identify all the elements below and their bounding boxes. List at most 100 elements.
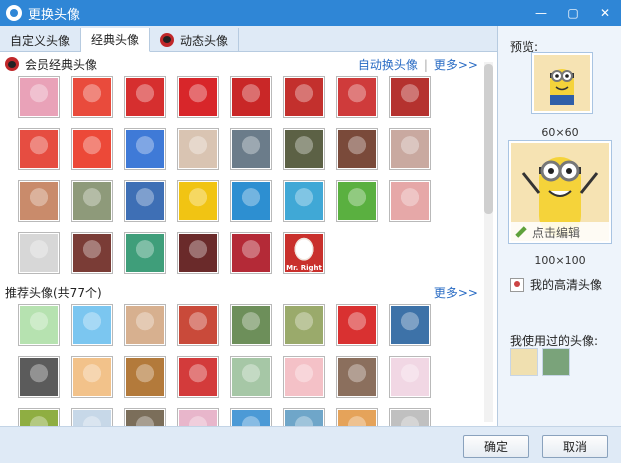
avatar-thumbnail[interactable] <box>230 304 272 346</box>
member-avatar-grid: Mr. Right <box>18 76 431 274</box>
avatar-thumbnail[interactable] <box>71 128 113 170</box>
avatar-thumbnail[interactable] <box>177 76 219 118</box>
avatar-image <box>391 358 429 396</box>
avatar-thumbnail[interactable] <box>18 356 60 398</box>
auto-change-avatar-link[interactable]: 自动换头像 <box>358 56 418 73</box>
avatar-thumbnail[interactable] <box>71 304 113 346</box>
avatar-thumbnail[interactable] <box>124 180 166 222</box>
maximize-icon[interactable]: ▢ <box>557 0 589 26</box>
avatar-thumbnail[interactable] <box>283 356 325 398</box>
avatar-thumbnail[interactable] <box>18 128 60 170</box>
avatar-thumbnail[interactable] <box>389 76 431 118</box>
avatar-thumbnail[interactable] <box>389 180 431 222</box>
avatar-thumbnail[interactable] <box>177 408 219 426</box>
avatar-thumbnail[interactable] <box>18 304 60 346</box>
avatar-image: Mr. Right <box>285 234 323 272</box>
avatar-thumbnail[interactable] <box>18 232 60 274</box>
avatar-thumbnail[interactable] <box>283 128 325 170</box>
avatar-thumbnail[interactable] <box>71 76 113 118</box>
avatar-thumbnail[interactable] <box>71 180 113 222</box>
avatar-image <box>232 78 270 116</box>
avatar-thumbnail[interactable] <box>124 128 166 170</box>
avatar-thumbnail[interactable]: Mr. Right <box>283 232 325 274</box>
avatar-thumbnail[interactable] <box>71 356 113 398</box>
avatar-image <box>73 306 111 344</box>
avatar-image <box>232 410 270 426</box>
avatar-image <box>391 182 429 220</box>
avatar-thumbnail[interactable] <box>230 232 272 274</box>
window-controls: — ▢ ✕ <box>525 0 621 26</box>
avatar-thumbnail[interactable] <box>283 408 325 426</box>
avatar-thumbnail[interactable] <box>230 356 272 398</box>
avatar-thumbnail[interactable] <box>389 128 431 170</box>
avatar-image <box>20 306 58 344</box>
avatar-thumbnail[interactable] <box>18 408 60 426</box>
avatar-thumbnail[interactable] <box>230 180 272 222</box>
avatar-image <box>338 182 376 220</box>
avatar-thumbnail[interactable] <box>124 408 166 426</box>
hd-avatar-icon <box>510 277 524 292</box>
member-more-link[interactable]: 更多>> <box>434 56 478 73</box>
avatar-image <box>232 182 270 220</box>
avatar-thumbnail[interactable] <box>230 76 272 118</box>
avatar-thumbnail[interactable] <box>124 76 166 118</box>
avatar-image <box>179 182 217 220</box>
avatar-thumbnail[interactable] <box>71 408 113 426</box>
used-avatar[interactable] <box>510 348 538 376</box>
avatar-thumbnail[interactable] <box>18 180 60 222</box>
preview-60-image <box>531 52 593 114</box>
avatar-image <box>126 182 164 220</box>
recommend-more-link[interactable]: 更多>> <box>434 284 478 301</box>
edit-avatar-button[interactable]: 点击编辑 <box>510 222 610 242</box>
avatar-thumbnail[interactable] <box>177 232 219 274</box>
avatar-image <box>285 358 323 396</box>
avatar-thumbnail[interactable] <box>124 356 166 398</box>
tab-classic-avatar[interactable]: 经典头像 <box>81 28 151 52</box>
avatar-thumbnail[interactable] <box>336 180 378 222</box>
avatar-image <box>338 130 376 168</box>
avatar-thumbnail[interactable] <box>177 304 219 346</box>
avatar-thumbnail[interactable] <box>336 408 378 426</box>
minion-avatar-icon <box>534 55 590 111</box>
preview-100-caption: 100×100 <box>534 254 586 267</box>
avatar-image <box>126 306 164 344</box>
avatar-thumbnail[interactable] <box>336 304 378 346</box>
hd-avatar-link[interactable]: 我的高清头像 <box>510 276 602 293</box>
avatar-image <box>285 306 323 344</box>
avatar-thumbnail[interactable] <box>124 304 166 346</box>
cancel-button[interactable]: 取消 <box>542 435 608 458</box>
recommend-section-header: 推荐头像(共77个) 更多>> <box>0 282 482 302</box>
avatar-thumbnail[interactable] <box>336 356 378 398</box>
avatar-thumbnail[interactable] <box>18 76 60 118</box>
avatar-thumbnail[interactable] <box>389 356 431 398</box>
scrollbar-thumb[interactable] <box>484 64 493 214</box>
close-icon[interactable]: ✕ <box>589 0 621 26</box>
used-avatar[interactable] <box>542 348 570 376</box>
avatar-thumbnail[interactable] <box>124 232 166 274</box>
avatar-thumbnail[interactable] <box>71 232 113 274</box>
avatar-thumbnail[interactable] <box>177 180 219 222</box>
avatar-thumbnail[interactable] <box>336 76 378 118</box>
avatar-thumbnail[interactable] <box>230 128 272 170</box>
avatar-thumbnail[interactable] <box>336 128 378 170</box>
member-section-actions: 自动换头像 | 更多>> <box>358 56 478 73</box>
avatar-thumbnail[interactable] <box>283 304 325 346</box>
separator: | <box>423 57 428 72</box>
avatar-image <box>179 358 217 396</box>
avatar-image <box>20 358 58 396</box>
avatar-image <box>73 78 111 116</box>
avatar-thumbnail[interactable] <box>283 180 325 222</box>
avatar-image <box>126 130 164 168</box>
tab-custom-avatar[interactable]: 自定义头像 <box>0 28 82 52</box>
avatar-thumbnail[interactable] <box>177 128 219 170</box>
tab-dynamic-avatar[interactable]: 动态头像 <box>150 28 240 52</box>
avatar-image <box>338 410 376 426</box>
avatar-thumbnail[interactable] <box>177 356 219 398</box>
avatar-thumbnail[interactable] <box>230 408 272 426</box>
minimize-icon[interactable]: — <box>525 0 557 26</box>
member-section-header: 会员经典头像 自动换头像 | 更多>> <box>0 54 482 74</box>
confirm-button[interactable]: 确定 <box>463 435 529 458</box>
avatar-thumbnail[interactable] <box>389 408 431 426</box>
avatar-thumbnail[interactable] <box>389 304 431 346</box>
avatar-thumbnail[interactable] <box>283 76 325 118</box>
